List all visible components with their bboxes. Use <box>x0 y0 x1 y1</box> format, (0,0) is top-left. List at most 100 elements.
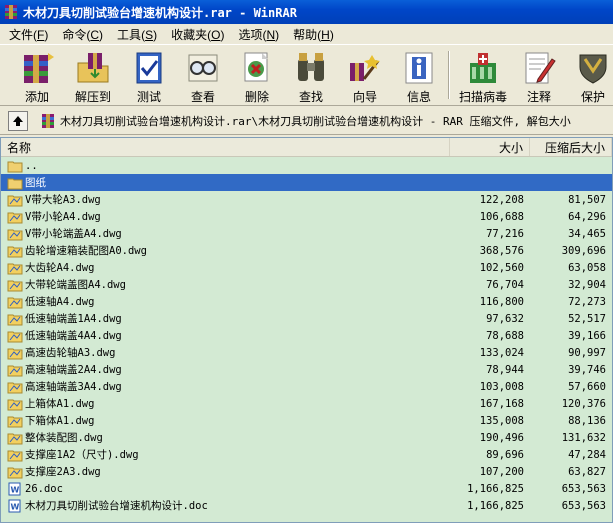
file-packed-size: 653,563 <box>561 482 606 495</box>
file-size: 368,576 <box>479 244 524 257</box>
file-packed-size: 39,746 <box>568 363 606 376</box>
dwg-file-icon <box>7 399 23 410</box>
menu-item-5[interactable]: 帮助(H) <box>286 26 341 43</box>
file-size: 190,496 <box>479 431 524 444</box>
file-list[interactable]: 名称 大小 压缩后大小 .. 图纸 V带大轮A3.dwg 122,208 81,507 V… <box>0 137 613 523</box>
delete-button[interactable]: 删除 <box>230 45 284 105</box>
file-size: 89,696 <box>486 448 524 461</box>
table-row[interactable]: .. <box>1 157 612 174</box>
menu-item-0[interactable]: 文件(F) <box>2 26 55 43</box>
test-check-icon <box>136 52 162 84</box>
table-row[interactable]: W 26.doc 1,166,825 653,563 <box>1 480 612 497</box>
file-size: 135,008 <box>479 414 524 427</box>
file-name: 大齿轮A4.dwg <box>25 262 95 274</box>
column-header: 名称 大小 压缩后大小 <box>1 138 612 157</box>
table-row[interactable]: 低速轴A4.dwg 116,800 72,273 <box>1 293 612 310</box>
menu-item-4[interactable]: 选项(N) <box>231 26 286 43</box>
file-name-cell: 大齿轮A4.dwg <box>1 260 450 275</box>
file-name-cell: 支撑座1A2（尺寸).dwg <box>1 447 450 462</box>
file-size: 116,800 <box>479 295 524 308</box>
column-packed[interactable]: 压缩后大小 <box>530 138 612 156</box>
file-name-cell: W 26.doc <box>1 482 450 496</box>
up-folder-button[interactable] <box>8 110 28 131</box>
doc-file-icon: W <box>8 482 21 495</box>
table-row[interactable]: 上箱体A1.dwg 167,168 120,376 <box>1 395 612 412</box>
table-row[interactable]: 整体装配图.dwg 190,496 131,632 <box>1 429 612 446</box>
info-button[interactable]: 信息 <box>392 45 446 105</box>
table-row[interactable]: 低速轴端盖1A4.dwg 97,632 52,517 <box>1 310 612 327</box>
comment-button[interactable]: 注释 <box>512 45 566 105</box>
virus-scan-label: 扫描病毒 <box>458 90 507 104</box>
file-size: 78,944 <box>486 363 524 376</box>
view-glasses-icon <box>188 54 218 82</box>
table-row[interactable]: V带小轮端盖A4.dwg 77,216 34,465 <box>1 225 612 242</box>
wizard-label: 向导 <box>352 90 377 104</box>
table-row[interactable]: 高速轴端盖3A4.dwg 103,008 57,660 <box>1 378 612 395</box>
table-row[interactable]: V带大轮A3.dwg 122,208 81,507 <box>1 191 612 208</box>
menu-accel-key: F <box>37 27 45 42</box>
table-row[interactable]: 支撑座2A3.dwg 107,200 63,827 <box>1 463 612 480</box>
file-name-cell: 低速轴端盖4A4.dwg <box>1 328 450 343</box>
file-name: 低速轴A4.dwg <box>25 296 95 308</box>
menu-item-1[interactable]: 命令(C) <box>55 26 110 43</box>
file-name-cell: 低速轴端盖1A4.dwg <box>1 311 450 326</box>
menu-accel-key: O <box>211 27 221 42</box>
menu-item-2[interactable]: 工具(S) <box>110 26 164 43</box>
menu-label: 工具 <box>117 27 142 42</box>
dwg-file-icon <box>7 365 23 376</box>
table-row[interactable]: 高速齿轮轴A3.dwg 133,024 90,997 <box>1 344 612 361</box>
dwg-file-icon <box>7 212 23 223</box>
table-row[interactable]: 下箱体A1.dwg 135,008 88,136 <box>1 412 612 429</box>
wizard-button[interactable]: 向导 <box>338 45 392 105</box>
file-name: 低速轴端盖1A4.dwg <box>25 313 122 325</box>
file-name-cell: W 木材刀具切削试验台增速机构设计.doc <box>1 498 450 513</box>
dwg-file-icon <box>7 467 23 478</box>
path-text: 木材刀具切削试验台增速机构设计.rar\木材刀具切削试验台增速机构设计 - RA… <box>60 114 571 128</box>
table-row[interactable]: 大齿轮A4.dwg 102,560 63,058 <box>1 259 612 276</box>
view-button[interactable]: 查看 <box>176 45 230 105</box>
find-button[interactable]: 查找 <box>284 45 338 105</box>
path-field[interactable]: 木材刀具切削试验台增速机构设计.rar\木材刀具切削试验台增速机构设计 - RA… <box>40 109 613 132</box>
file-packed-size: 653,563 <box>561 499 606 512</box>
menu-item-3[interactable]: 收藏夹(O) <box>164 26 231 43</box>
file-packed-size: 63,058 <box>568 261 606 274</box>
test-button[interactable]: 测试 <box>122 45 176 105</box>
virus-scan-button[interactable]: 扫描病毒 <box>454 45 512 105</box>
table-row[interactable]: 低速轴端盖4A4.dwg 78,688 39,166 <box>1 327 612 344</box>
dwg-file-icon <box>7 263 23 274</box>
menu-label: 选项 <box>238 27 263 42</box>
file-name: V带大轮A3.dwg <box>25 194 101 206</box>
file-name: 上箱体A1.dwg <box>25 398 95 410</box>
protect-button[interactable]: 保护 <box>566 45 613 105</box>
table-row[interactable]: 支撑座1A2（尺寸).dwg 89,696 47,284 <box>1 446 612 463</box>
file-name: 整体装配图.dwg <box>25 432 103 444</box>
table-row[interactable]: 大带轮端盖图A4.dwg 76,704 32,904 <box>1 276 612 293</box>
table-row[interactable]: W 木材刀具切削试验台增速机构设计.doc 1,166,825 653,563 <box>1 497 612 514</box>
file-name: 图纸 <box>25 177 46 189</box>
dwg-file-icon <box>7 331 23 342</box>
comment-pen-icon <box>525 52 556 84</box>
file-packed-size: 32,904 <box>568 278 606 291</box>
find-binoculars-icon <box>298 53 324 81</box>
extract-to-button[interactable]: 解压到 <box>64 45 122 105</box>
add-button[interactable]: 添加 <box>10 45 64 105</box>
menu-accel-key: C <box>90 27 100 42</box>
file-size: 1,166,825 <box>467 499 524 512</box>
column-name[interactable]: 名称 <box>1 138 450 156</box>
table-row[interactable]: 高速轴端盖2A4.dwg 78,944 39,746 <box>1 361 612 378</box>
add-archive-icon <box>24 53 54 83</box>
dwg-file-icon <box>7 314 23 325</box>
file-packed-size: 63,827 <box>568 465 606 478</box>
delete-bin-icon <box>244 52 268 82</box>
folder-icon <box>7 161 23 172</box>
file-size: 103,008 <box>479 380 524 393</box>
table-row[interactable]: V带小轮A4.dwg 106,688 64,296 <box>1 208 612 225</box>
menu-accel-key: N <box>266 27 276 42</box>
file-name-cell: 上箱体A1.dwg <box>1 396 450 411</box>
toolbar: 添加 解压到 测试 查看 删除 查找 向导 信息 扫描病毒 注释 保护 <box>0 44 613 106</box>
file-name: 大带轮端盖图A4.dwg <box>25 279 126 291</box>
table-row[interactable]: 图纸 <box>1 174 612 191</box>
table-row[interactable]: 齿轮增速箱装配图A0.dwg 368,576 309,696 <box>1 242 612 259</box>
column-size[interactable]: 大小 <box>450 138 530 156</box>
dwg-file-icon <box>7 450 23 461</box>
